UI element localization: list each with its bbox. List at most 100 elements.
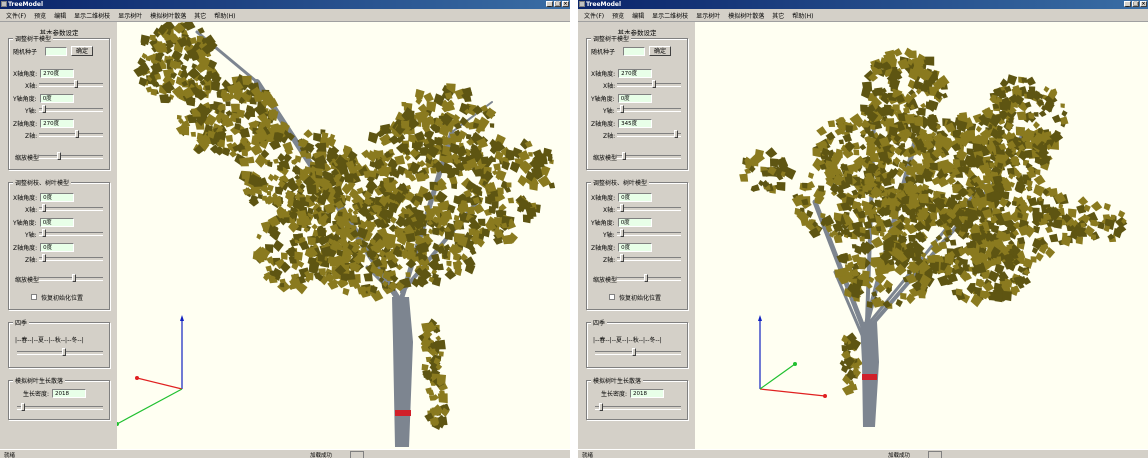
x-angle-field[interactable]: 0度 [40,192,75,202]
trunk-scale-slider[interactable] [617,152,681,160]
menu-edit[interactable]: 编辑 [628,11,648,20]
trunk-y-slider[interactable] [39,105,103,113]
branch-z-slider[interactable] [617,254,681,262]
x-angle-field[interactable]: 270度 [40,68,75,78]
z-angle-field[interactable]: 0度 [618,242,653,252]
menu-simulate-leaf-fall[interactable]: 模拟树叶散落 [724,11,768,20]
minimize-button[interactable]: _ [1124,1,1131,7]
branch-scale-slider[interactable] [39,274,103,282]
menu-help[interactable]: 帮助(H) [788,11,817,20]
3d-viewport[interactable] [117,22,570,449]
menu-preview[interactable]: 预览 [30,11,50,20]
trunk-z-slider[interactable] [617,130,681,138]
menu-file[interactable]: 文件(F) [2,11,30,20]
menu-show-leaves[interactable]: 显示树叶 [692,11,724,20]
growth-density-label: 生长密度: [23,390,50,398]
menu-show-leaves[interactable]: 显示树叶 [114,11,146,20]
maximize-button[interactable]: □ [554,1,561,7]
confirm-button[interactable]: 确定 [71,46,94,56]
z-angle-field[interactable]: 345度 [618,118,653,128]
confirm-button[interactable]: 确定 [649,46,672,56]
branch-scale-slider[interactable] [617,274,681,282]
menu-simulate-leaf-fall[interactable]: 模拟树叶散落 [146,11,190,20]
y-angle-label: Y轴角度: [591,95,615,103]
group-label: 调整树干模型 [13,34,54,43]
x-axis-label: X轴: [603,83,616,90]
menu-other[interactable]: 其它 [190,11,210,20]
app-icon [1,1,7,7]
close-button[interactable]: × [562,1,569,7]
reset-position-checkbox[interactable] [31,294,37,300]
random-seed-input[interactable] [45,46,68,56]
density-slider[interactable] [17,403,103,411]
y-angle-field[interactable]: 0度 [617,93,652,103]
random-seed-label: 随机种子 [13,48,38,56]
z-angle-field[interactable]: 270度 [40,118,75,128]
menu-help[interactable]: 帮助(H) [210,11,239,20]
branch-y-slider[interactable] [617,229,681,237]
growth-density-field[interactable]: 2018 [630,388,665,398]
z-angle-label: Z轴角度: [13,244,38,252]
z-angle-field[interactable]: 0度 [40,242,75,252]
minimize-button[interactable]: _ [546,1,553,7]
scale-model-label: 缩放模型 [593,155,618,162]
branch-y-slider[interactable] [39,229,103,237]
divider [570,0,578,458]
season-slider[interactable] [595,348,681,356]
z-angle-label: Z轴角度: [591,244,616,252]
density-slider[interactable] [595,403,681,411]
leaf-growth-group: 模拟树叶生长散落 生长密度: 2018 [8,376,110,420]
parameter-panel: 基本参数设定 调整树干模型 随机种子 确定 X轴角度: 270度 X轴: Y轴角… [4,24,114,447]
group-label: 模拟树叶生长散落 [591,376,644,385]
status-message: 加载成功 [888,453,911,458]
maximize-button[interactable]: □ [1132,1,1139,7]
title-bar[interactable]: TreeModel _ □ × [578,0,1148,9]
y-angle-field[interactable]: 0度 [39,93,74,103]
window-controls: _ □ × [1124,1,1147,7]
reset-position-label: 恢复初始化位置 [41,294,84,302]
window-controls: _ □ × [546,1,569,7]
y-angle-field[interactable]: 0度 [39,217,74,227]
x-angle-label: X轴角度: [591,70,616,78]
z-angle-label: Z轴角度: [13,120,38,128]
y-angle-label: Y轴角度: [591,219,615,227]
trunk-y-slider[interactable] [617,105,681,113]
season-scale: |--春--|--夏--|--秋--|--冬--| [15,337,84,344]
growth-density-field[interactable]: 2018 [52,388,87,398]
menu-file[interactable]: 文件(F) [580,11,608,20]
trunk-z-slider[interactable] [39,130,103,138]
trunk-x-slider[interactable] [617,80,681,88]
group-label: 四季 [13,318,30,327]
menu-bar: 文件(F) 预览 编辑 显示二维树枝 显示树叶 模拟树叶散落 其它 帮助(H) [0,9,570,22]
branch-z-slider[interactable] [39,254,103,262]
y-angle-field[interactable]: 0度 [617,217,652,227]
title-bar[interactable]: TreeModel _ □ × [0,0,570,9]
reset-position-checkbox[interactable] [609,294,615,300]
z-axis-arrow [758,315,762,321]
x-angle-field[interactable]: 0度 [618,192,653,202]
branch-leaf-model-group: 调整树枝、树叶模型 X轴角度: 0度 X轴: Y轴角度: 0度 Y轴: Z轴角度… [586,178,688,310]
y-axis-label: Y轴: [603,108,615,115]
status-ready: 就绪 [4,453,16,458]
season-slider[interactable] [17,348,103,356]
menu-show-2d-branches[interactable]: 显示二维树枝 [70,11,114,20]
trunk [392,297,413,447]
growth-density-label: 生长密度: [601,390,628,398]
window-title: TreeModel [586,1,622,8]
3d-viewport[interactable] [695,22,1148,449]
trunk-model-group: 调整树干模型 随机种子 确定 X轴角度: 270度 X轴: Y轴角度: 0度 Y… [8,34,110,170]
menu-show-2d-branches[interactable]: 显示二维树枝 [648,11,692,20]
trunk-x-slider[interactable] [39,80,103,88]
status-bar: 就绪 加载成功 [578,449,1148,458]
trunk-scale-slider[interactable] [39,152,103,160]
menu-preview[interactable]: 预览 [608,11,628,20]
x-angle-field[interactable]: 270度 [618,68,653,78]
random-seed-input[interactable] [623,46,646,56]
trunk-ring [395,410,411,416]
status-message: 加载成功 [310,453,333,458]
menu-other[interactable]: 其它 [768,11,788,20]
branch-x-slider[interactable] [617,204,681,212]
menu-edit[interactable]: 编辑 [50,11,70,20]
branch-x-slider[interactable] [39,204,103,212]
close-button[interactable]: × [1140,1,1147,7]
